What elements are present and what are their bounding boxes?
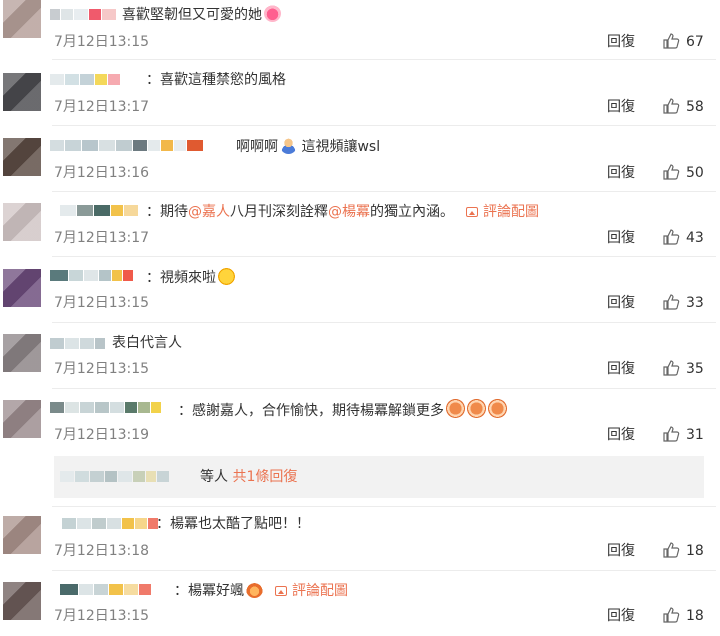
reply-button[interactable]: 回復 [607,33,635,51]
reply-button[interactable]: 回復 [607,98,635,116]
comment-timestamp: 7月12日13:17 [54,99,150,115]
reply-button[interactable]: 回復 [607,426,635,444]
avatar[interactable] [3,138,41,176]
like-count: 43 [686,230,704,246]
avatar[interactable] [3,334,41,372]
view-replies-link[interactable]: 共1條回復 [232,469,297,485]
like-button[interactable]: 35 [662,359,720,379]
reply-button[interactable]: 回復 [607,542,635,560]
avatar[interactable] [3,582,41,620]
sub-reply-summary[interactable]: 等人 共1條回復 [54,456,704,498]
heart-emoji [264,5,281,22]
thumbs-up-icon [663,164,680,180]
comment-text: ：視頻來啦 [146,268,235,287]
divider [52,506,716,507]
avatar[interactable] [3,73,41,111]
image-icon [466,207,478,217]
avatar[interactable] [3,516,41,554]
like-button[interactable]: 43 [662,228,720,248]
thumbs-up-icon [663,98,680,114]
mention-link[interactable]: @嘉人 [188,204,230,220]
thumbs-up-icon [663,360,680,376]
comment-text: 啊啊啊 這視頻讓wsl [236,137,381,155]
username-mosaic[interactable] [60,471,170,482]
thumbs-up-icon [663,33,680,49]
reply-button[interactable]: 回復 [607,294,635,312]
comment-text: ：感謝嘉人，合作愉快，期待楊冪解鎖更多 [178,399,507,420]
username-mosaic[interactable] [50,9,117,20]
divider [52,570,716,571]
monkey-emoji [467,399,486,418]
comment-timestamp: 7月12日13:17 [54,230,150,246]
image-icon [275,586,287,596]
comment-text: ：楊冪好颯 評論配圖 [174,581,348,599]
avatar[interactable] [3,203,41,241]
like-button[interactable]: 31 [662,425,720,445]
shocked-face-emoji [218,268,235,285]
comment-text: ：喜歡這種禁慾的風格 [146,72,286,88]
thumbs-up-icon [663,294,680,310]
username-mosaic[interactable] [60,205,139,216]
divider [52,322,716,323]
like-count: 58 [686,99,704,115]
username-mosaic[interactable] [50,74,121,85]
comment-image-link[interactable]: 評論配圖 [292,583,348,599]
avatar[interactable] [3,0,41,38]
like-count: 31 [686,427,704,443]
divider [52,125,716,126]
avatar[interactable] [3,269,41,307]
like-count: 67 [686,34,704,50]
comment-timestamp: 7月12日13:16 [54,165,150,181]
reply-button[interactable]: 回復 [607,229,635,247]
flame-face-emoji [246,581,263,598]
reply-button[interactable]: 回復 [607,360,635,378]
divider [52,59,716,60]
like-count: 18 [686,543,704,559]
like-button[interactable]: 18 [662,606,720,626]
like-button[interactable]: 18 [662,541,720,561]
comment-image-link[interactable]: 評論配圖 [483,204,539,220]
comment-timestamp: 7月12日13:19 [54,427,150,443]
comment-text: ：楊冪也太酷了點吧！！ [156,516,310,532]
person-emoji [280,137,297,154]
like-count: 50 [686,165,704,181]
like-count: 18 [686,608,704,624]
like-count: 33 [686,295,704,311]
monkey-emoji [446,399,465,418]
divider [52,191,716,192]
comment-timestamp: 7月12日13:18 [54,543,150,559]
avatar[interactable] [3,400,41,438]
reply-button[interactable]: 回復 [607,164,635,182]
like-count: 35 [686,361,704,377]
divider [52,388,716,389]
like-button[interactable]: 33 [662,293,720,313]
mention-link[interactable]: @楊冪 [328,204,370,220]
comment-text: 喜歡堅韌但又可愛的她 [122,5,281,24]
comment-timestamp: 7月12日13:15 [54,608,150,624]
username-mosaic[interactable] [62,518,159,529]
sub-reply-text: 等人 共1條回復 [200,469,298,485]
comment-text: 表白代言人 [112,335,182,351]
comment-timestamp: 7月12日13:15 [54,34,150,50]
username-mosaic[interactable] [50,140,204,151]
username-mosaic[interactable] [60,584,152,595]
like-button[interactable]: 50 [662,163,720,183]
monkey-emoji [488,399,507,418]
thumbs-up-icon [663,607,680,623]
username-mosaic[interactable] [50,338,106,349]
thumbs-up-icon [663,426,680,442]
comment-timestamp: 7月12日13:15 [54,295,150,311]
comment-text: ：期待@嘉人八月刊深刻詮釋@楊冪的獨立內涵。 評論配圖 [146,204,539,220]
like-button[interactable]: 58 [662,97,720,117]
thumbs-up-icon [663,229,680,245]
divider [52,256,716,257]
like-button[interactable]: 67 [662,32,720,52]
reply-button[interactable]: 回復 [607,607,635,625]
thumbs-up-icon [663,542,680,558]
comment-timestamp: 7月12日13:15 [54,361,150,377]
username-mosaic[interactable] [50,402,162,413]
username-mosaic[interactable] [50,270,134,281]
